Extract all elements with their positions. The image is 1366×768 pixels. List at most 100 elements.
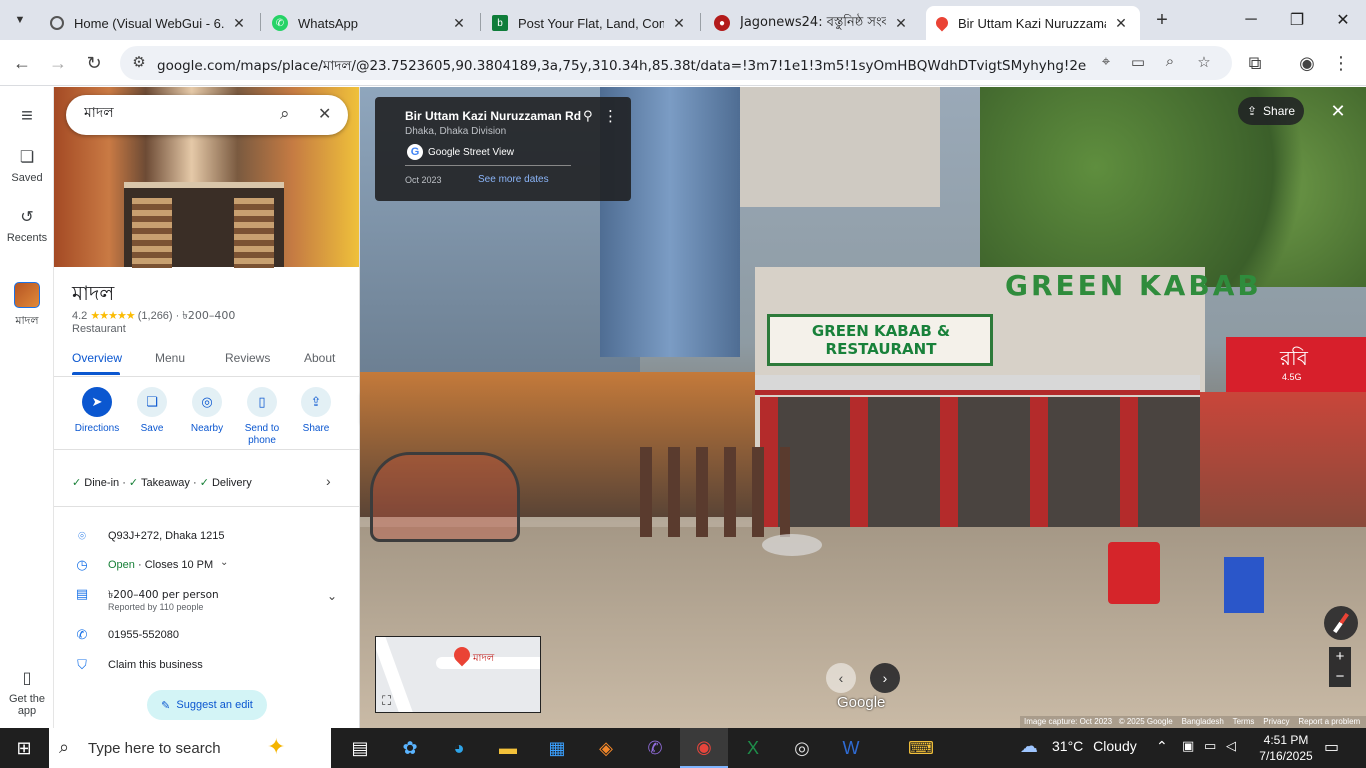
browser-tab-2[interactable]: b Post Your Flat, Land, Comme ✕ bbox=[482, 6, 698, 40]
chevron-down-icon[interactable]: ⌄ bbox=[327, 589, 337, 603]
service-options[interactable]: ✓ Dine-in · ✓ Takeaway · ✓ Delivery bbox=[72, 476, 252, 489]
clock-time: 4:51 PM bbox=[1263, 733, 1309, 747]
directions-button[interactable]: ➤ Directions bbox=[69, 387, 125, 434]
previous-arrow-icon[interactable]: ‹ bbox=[826, 663, 856, 693]
browser-tab-0[interactable]: Home (Visual WebGui - 6.4.0 ✕ bbox=[40, 6, 258, 40]
file-explorer-icon[interactable]: ▬ bbox=[484, 728, 532, 768]
app-icon[interactable]: ◈ bbox=[582, 728, 630, 768]
browser-tab-3[interactable]: ● Jagonews24: বস্তুনিষ্ঠ সংবাদে ✕ bbox=[704, 6, 920, 40]
send-to-phone-icon: ▯ bbox=[247, 387, 277, 417]
browser-tab-4[interactable]: Bir Uttam Kazi Nuruzzaman ✕ bbox=[926, 6, 1140, 40]
close-tab-icon[interactable]: ✕ bbox=[450, 15, 468, 32]
search-icon[interactable]: ⌕ bbox=[280, 104, 290, 124]
phone-row[interactable]: ✆ 01955-552080 bbox=[54, 624, 359, 650]
reload-icon[interactable]: ↻ bbox=[79, 48, 109, 78]
copilot-icon[interactable]: ✿ bbox=[386, 728, 434, 768]
word-icon[interactable]: W bbox=[827, 728, 875, 768]
forward-icon[interactable]: → bbox=[43, 48, 73, 78]
recent-place-button[interactable]: মাদল bbox=[0, 282, 54, 331]
notification-icon[interactable]: ▭ bbox=[1324, 737, 1339, 757]
tab-menu[interactable]: Menu bbox=[155, 351, 185, 365]
address-bar[interactable]: ⚙ google.com/maps/place/মাদল/@23.7523605… bbox=[120, 46, 1232, 80]
zoom-out-button[interactable]: − bbox=[1329, 667, 1351, 687]
navigation-arrow[interactable] bbox=[762, 534, 822, 556]
more-options-icon[interactable]: ⋮ bbox=[603, 107, 618, 125]
clear-search-icon[interactable]: ✕ bbox=[318, 104, 331, 124]
suggest-edit-button[interactable]: ✎ Suggest an edit bbox=[147, 690, 267, 720]
hours-row[interactable]: ◷ Open · Closes 10 PM ⌄ bbox=[54, 554, 359, 580]
recents-button[interactable]: ↺ Recents bbox=[0, 207, 54, 244]
excel-icon[interactable]: X bbox=[729, 728, 777, 768]
volume-icon[interactable]: ◁ bbox=[1226, 738, 1236, 754]
terms-link[interactable]: Terms bbox=[1233, 717, 1255, 726]
new-tab-button[interactable]: + bbox=[1150, 8, 1174, 32]
store-icon[interactable]: ▦ bbox=[533, 728, 581, 768]
restore-icon[interactable]: ❐ bbox=[1274, 0, 1320, 40]
system-clock[interactable]: 4:51 PM 7/16/2025 bbox=[1255, 732, 1317, 764]
expand-icon[interactable]: ⛶ bbox=[382, 693, 391, 709]
privacy-link[interactable]: Privacy bbox=[1263, 717, 1289, 726]
close-window-icon[interactable]: ✕ bbox=[1320, 0, 1366, 40]
keyboard-icon[interactable]: ⌨ bbox=[897, 728, 945, 768]
zoom-in-button[interactable]: + bbox=[1329, 647, 1351, 667]
hours-detail: Closes 10 PM bbox=[144, 559, 214, 571]
share-button[interactable]: ⇪ Share bbox=[288, 387, 344, 434]
chevron-right-icon[interactable]: › bbox=[326, 473, 331, 489]
taskbar-search[interactable]: ⌕ Type here to search ✦ bbox=[49, 728, 331, 768]
close-tab-icon[interactable]: ✕ bbox=[892, 15, 910, 32]
start-button[interactable]: ⊞ bbox=[0, 728, 48, 768]
compass-icon[interactable] bbox=[1324, 606, 1358, 640]
back-icon[interactable]: ← bbox=[7, 48, 37, 78]
next-arrow-icon[interactable]: › bbox=[870, 663, 900, 693]
search-icon: ⌕ bbox=[59, 737, 70, 757]
price-row[interactable]: ▤ ৳200–400 per person Reported by 110 pe… bbox=[54, 583, 359, 615]
tab-search-button[interactable]: ▼ bbox=[8, 8, 32, 32]
edge-icon[interactable]: ◕ bbox=[435, 728, 483, 768]
saved-button[interactable]: ❏ Saved bbox=[0, 147, 54, 184]
profile-icon[interactable]: ◉ bbox=[1292, 48, 1322, 78]
weather-icon[interactable]: ☁ bbox=[1020, 736, 1038, 757]
close-tab-icon[interactable]: ✕ bbox=[1112, 15, 1130, 32]
place-category[interactable]: Restaurant bbox=[72, 323, 126, 335]
close-street-view-icon[interactable]: ✕ bbox=[1326, 99, 1350, 123]
claim-row[interactable]: ⛉ Claim this business bbox=[54, 654, 359, 680]
chrome-icon[interactable]: ◉ bbox=[680, 728, 728, 768]
close-tab-icon[interactable]: ✕ bbox=[230, 15, 248, 32]
mini-map[interactable]: মাদল ⛶ bbox=[375, 636, 541, 713]
meet-now-icon[interactable]: ▣ bbox=[1182, 738, 1194, 754]
bookmark-star-icon[interactable]: ☆ bbox=[1194, 53, 1214, 73]
viber-icon[interactable]: ✆ bbox=[631, 728, 679, 768]
extensions-icon[interactable]: ⧉ bbox=[1240, 48, 1270, 78]
share-button[interactable]: ⇪ Share bbox=[1238, 97, 1304, 125]
url-text[interactable]: google.com/maps/place/মাদল/@23.7523605,9… bbox=[157, 55, 1087, 78]
network-icon[interactable]: ▭ bbox=[1204, 738, 1216, 754]
nearby-button[interactable]: ◎ Nearby bbox=[179, 387, 235, 434]
more-menu-icon[interactable]: ⋮ bbox=[1326, 48, 1356, 78]
location-icon[interactable]: ⌖ bbox=[1096, 53, 1116, 73]
report-problem-link[interactable]: Report a problem bbox=[1298, 717, 1360, 726]
send-to-phone-button[interactable]: ▯ Send to phone bbox=[234, 387, 290, 447]
tab-about[interactable]: About bbox=[304, 351, 335, 365]
install-app-icon[interactable]: ▭ bbox=[1128, 53, 1148, 73]
tab-overview[interactable]: Overview bbox=[72, 351, 122, 365]
minimize-icon[interactable]: ─ bbox=[1228, 0, 1274, 40]
map-pin-icon[interactable]: ⚲ bbox=[583, 108, 593, 124]
task-view-icon[interactable]: ▤ bbox=[336, 728, 384, 768]
see-more-dates-link[interactable]: See more dates bbox=[478, 174, 549, 185]
close-tab-icon[interactable]: ✕ bbox=[670, 15, 688, 32]
show-hidden-icons-icon[interactable]: ⌃ bbox=[1156, 738, 1168, 755]
tab-reviews[interactable]: Reviews bbox=[225, 351, 270, 365]
save-button[interactable]: ❏ Save bbox=[124, 387, 180, 434]
street-view[interactable]: GREEN KABAB & RESTAURANT GREEN KABAB রবি… bbox=[360, 87, 1366, 728]
address-row[interactable]: ⌾ Q93J+272, Dhaka 1215 bbox=[54, 525, 359, 551]
site-info-icon[interactable]: ⚙ bbox=[129, 53, 149, 73]
browser-tab-1[interactable]: ✆ WhatsApp ✕ bbox=[262, 6, 478, 40]
menu-icon[interactable]: ≡ bbox=[0, 105, 54, 128]
search-input[interactable] bbox=[84, 105, 254, 121]
camera-icon[interactable]: ◎ bbox=[778, 728, 826, 768]
zoom-icon[interactable]: ⌕ bbox=[1160, 53, 1180, 73]
weather-text[interactable]: 31°C Cloudy bbox=[1052, 738, 1137, 754]
chevron-down-icon[interactable]: ⌄ bbox=[220, 557, 228, 568]
review-count[interactable]: (1,266) bbox=[138, 310, 173, 322]
get-app-button[interactable]: ▯ Get the app bbox=[0, 668, 54, 717]
